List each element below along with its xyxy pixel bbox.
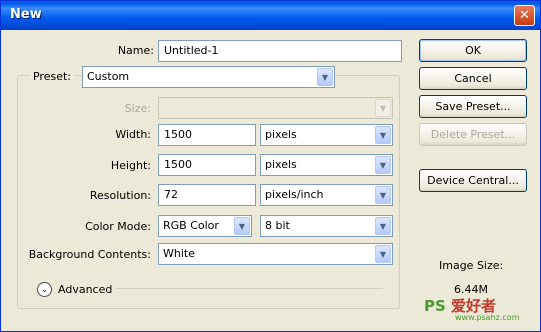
- color-mode-value: RGB Color: [163, 219, 219, 232]
- cancel-button[interactable]: Cancel: [419, 67, 527, 90]
- name-input[interactable]: Untitled-1: [158, 40, 402, 62]
- chevron-down-icon: ▼: [375, 126, 391, 144]
- image-size-label: Image Size:: [439, 259, 504, 272]
- name-value: Untitled-1: [164, 44, 219, 57]
- color-mode-label: Color Mode:: [85, 220, 151, 233]
- resolution-value: 72: [164, 188, 178, 201]
- bit-depth-select[interactable]: 8 bit ▼: [260, 215, 393, 237]
- resolution-input[interactable]: 72: [158, 184, 256, 206]
- height-input[interactable]: 1500: [158, 154, 256, 176]
- width-label: Width:: [115, 128, 151, 141]
- close-icon: ✕: [519, 8, 530, 23]
- resolution-unit-value: pixels/inch: [265, 188, 324, 201]
- watermark-brand: PS: [424, 297, 446, 315]
- preset-label: Preset:: [29, 70, 74, 83]
- expand-icon[interactable]: ⌄: [37, 282, 52, 297]
- resolution-label: Resolution:: [89, 189, 151, 202]
- title-bar[interactable]: New ✕: [1, 1, 540, 30]
- height-unit-value: pixels: [265, 158, 297, 171]
- width-value: 1500: [164, 128, 192, 141]
- new-document-dialog: New ✕ Name: Untitled-1 Preset: Custom ▼ …: [0, 0, 541, 332]
- size-label: Size:: [124, 102, 151, 115]
- close-button[interactable]: ✕: [514, 5, 535, 26]
- resolution-unit-select[interactable]: pixels/inch ▼: [260, 184, 393, 206]
- preset-select[interactable]: Custom ▼: [82, 66, 335, 88]
- background-contents-label: Background Contents:: [28, 248, 151, 261]
- chevron-down-icon: ▼: [234, 217, 250, 235]
- height-label: Height:: [110, 159, 151, 172]
- color-mode-select[interactable]: RGB Color ▼: [158, 215, 252, 237]
- background-contents-select[interactable]: White ▼: [158, 243, 393, 265]
- width-unit-value: pixels: [265, 128, 297, 141]
- chevron-down-icon: ▼: [375, 99, 391, 117]
- dialog-title: New: [10, 7, 42, 22]
- chevron-down-icon: ▼: [375, 245, 391, 263]
- delete-preset-button: Delete Preset...: [419, 123, 527, 146]
- chevron-down-icon: ▼: [375, 186, 391, 204]
- size-select: ▼: [158, 97, 393, 119]
- chevron-down-icon: ▼: [317, 68, 333, 86]
- chevron-down-icon: ▼: [375, 156, 391, 174]
- device-central-button[interactable]: Device Central...: [419, 169, 527, 192]
- site-watermark: PS 爱好者 www.psahz.com: [424, 295, 519, 322]
- width-unit-select[interactable]: pixels ▼: [260, 124, 393, 146]
- save-preset-button[interactable]: Save Preset...: [419, 95, 527, 118]
- name-label: Name:: [117, 44, 154, 57]
- chevron-down-icon: ▼: [375, 217, 391, 235]
- bit-depth-value: 8 bit: [265, 219, 290, 232]
- height-unit-select[interactable]: pixels ▼: [260, 154, 393, 176]
- advanced-divider: [117, 288, 383, 289]
- preset-value: Custom: [87, 70, 130, 83]
- advanced-toggle-label[interactable]: Advanced: [58, 283, 112, 296]
- background-contents-value: White: [163, 247, 195, 260]
- height-value: 1500: [164, 158, 192, 171]
- ok-button[interactable]: OK: [419, 39, 527, 62]
- watermark-url: www.psahz.com: [455, 313, 520, 322]
- width-input[interactable]: 1500: [158, 124, 256, 146]
